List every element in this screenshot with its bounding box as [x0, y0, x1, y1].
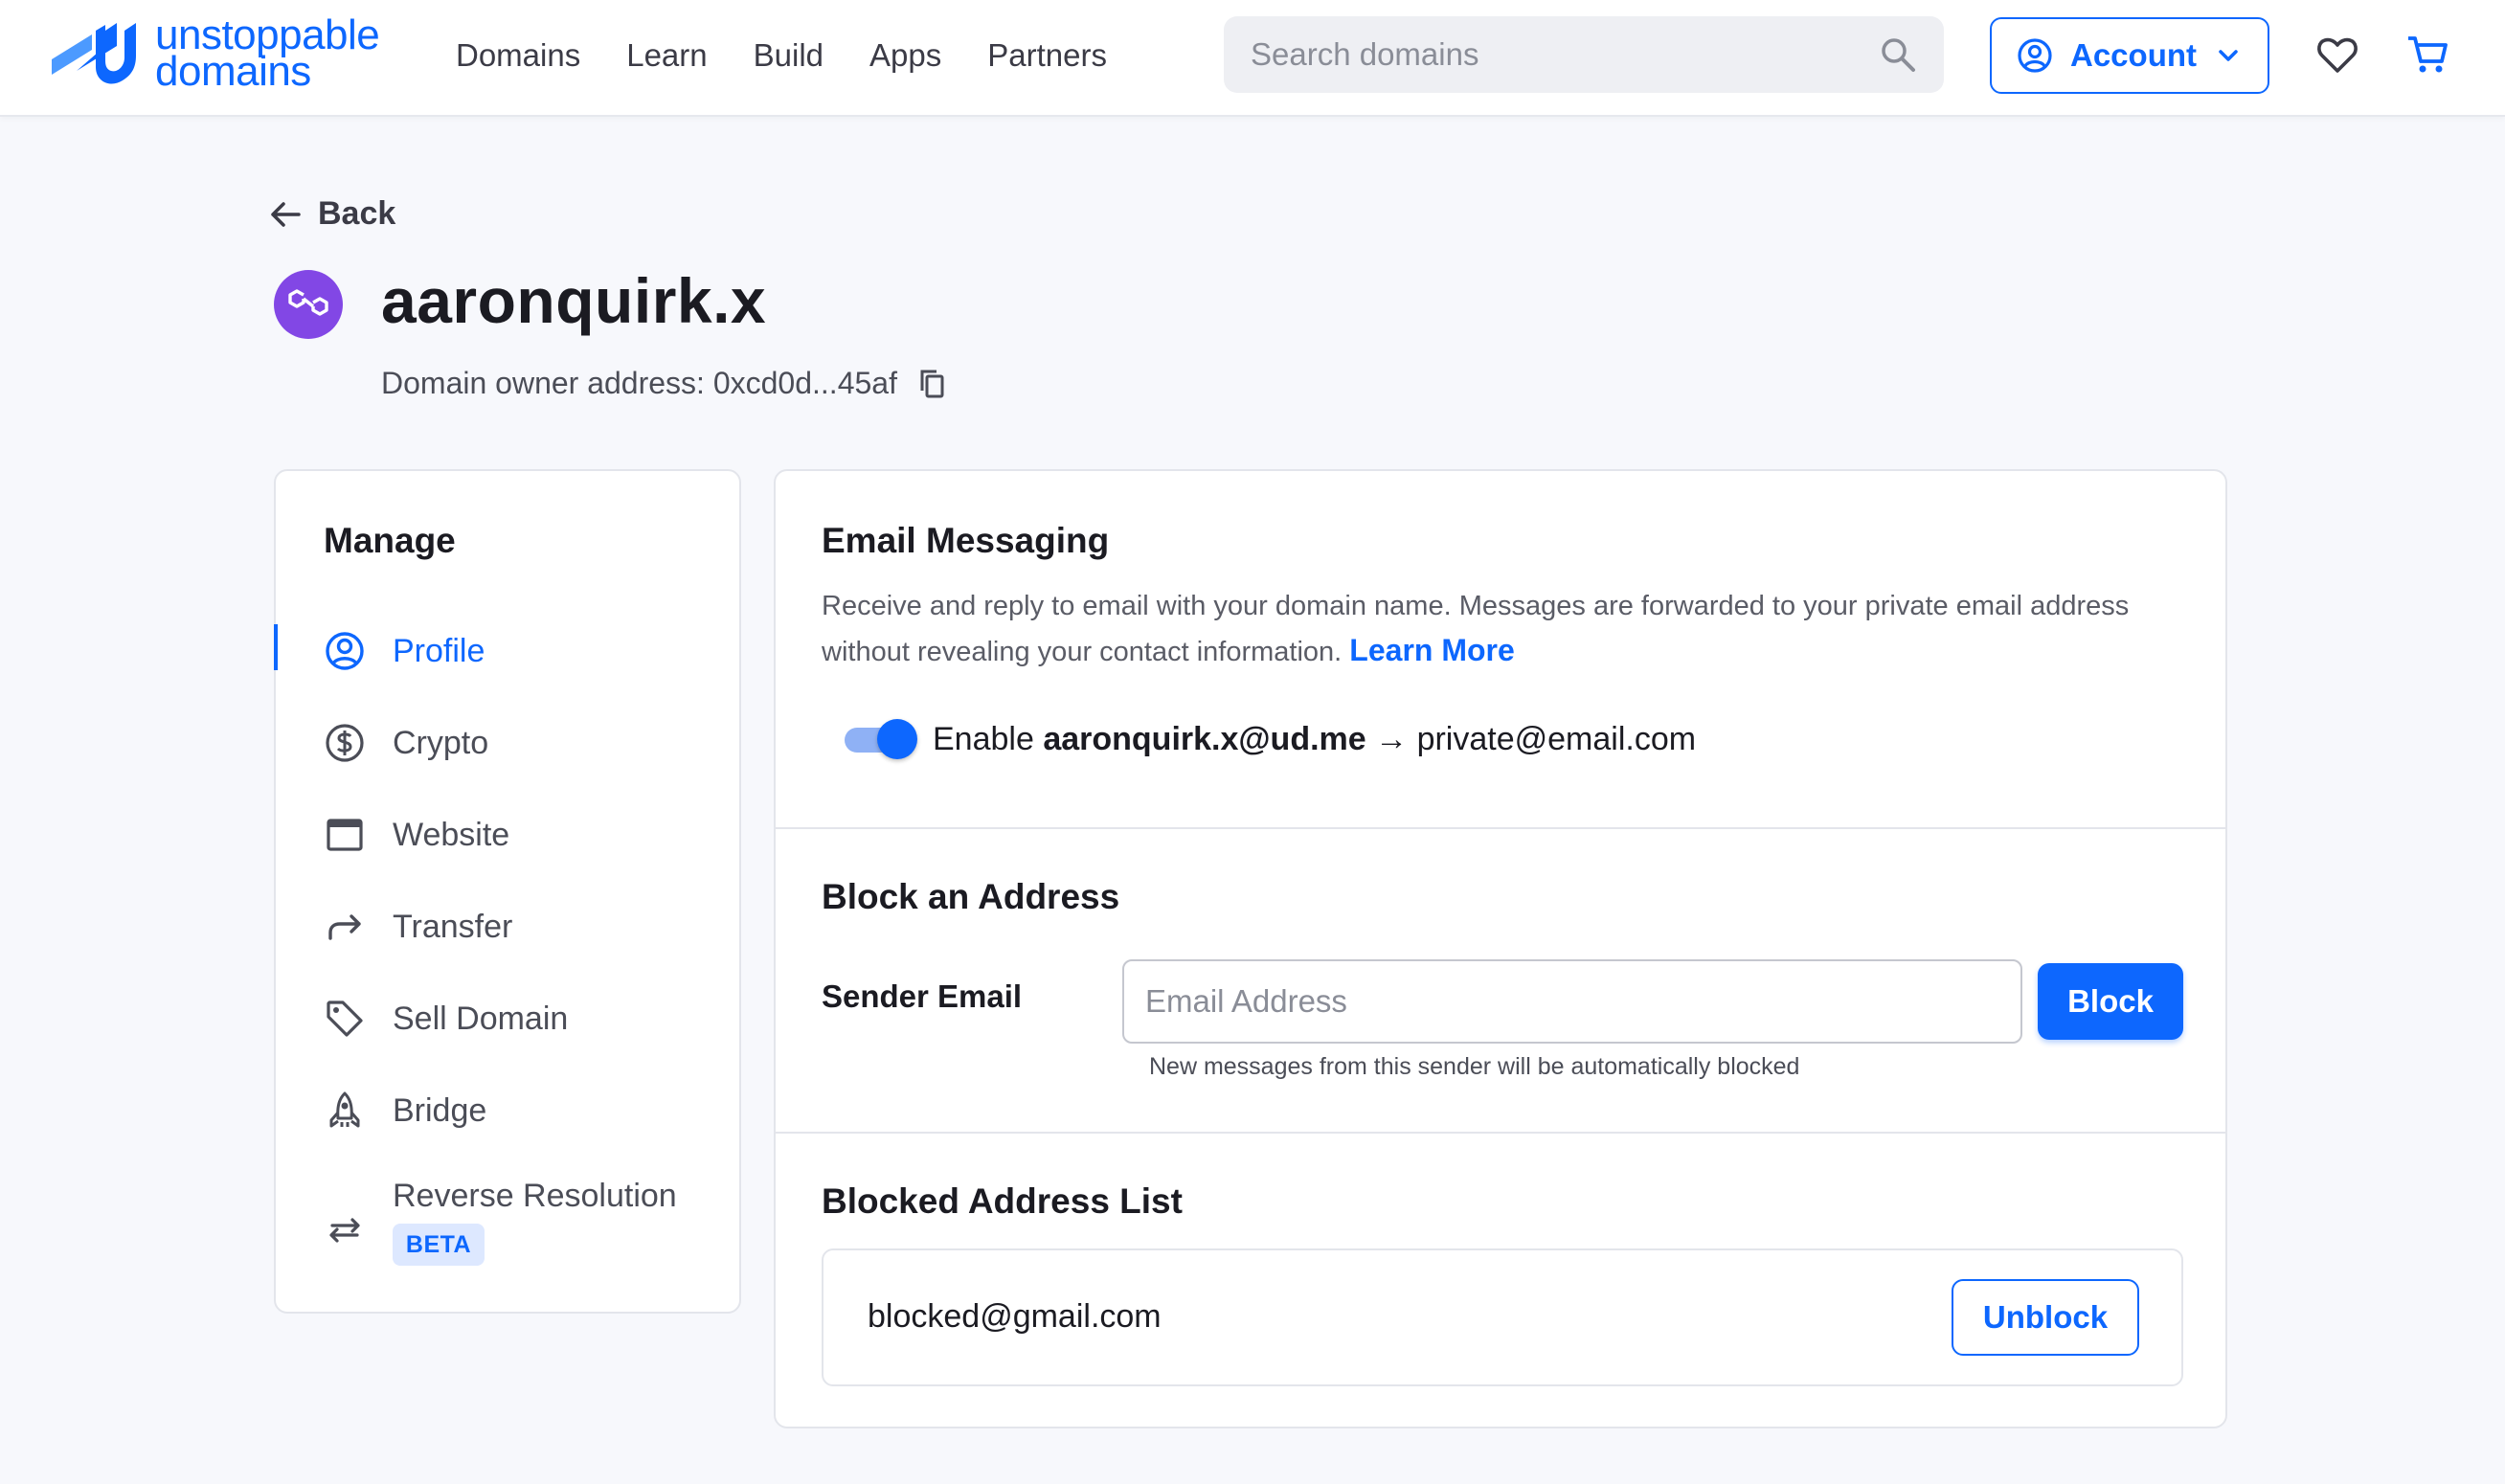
sidebar-item-website[interactable]: Website — [276, 808, 739, 862]
brand-logo[interactable]: unstoppable domains — [48, 14, 380, 96]
sidebar-item-bridge[interactable]: Bridge — [276, 1084, 739, 1137]
search-icon[interactable] — [1879, 35, 1917, 74]
arrow-left-icon — [271, 201, 301, 227]
cart-icon[interactable] — [2405, 33, 2449, 77]
top-header: unstoppable domains Domains Learn Build … — [0, 0, 2505, 117]
sidebar-item-label: Bridge — [393, 1091, 487, 1129]
polygon-chain-icon — [274, 270, 343, 339]
sidebar-item-transfer[interactable]: Transfer — [276, 900, 739, 954]
sidebar-item-label: Transfer — [393, 908, 513, 945]
sidebar-item-label: Website — [393, 816, 510, 853]
back-label: Back — [318, 195, 396, 232]
list-item: blocked@gmail.com Unblock — [822, 1248, 2183, 1386]
chevron-down-icon — [2219, 50, 2238, 61]
block-address-title: Block an Address — [822, 877, 1120, 916]
tag-icon — [327, 1001, 363, 1037]
email-messaging-description: Receive and reply to email with your dom… — [822, 584, 2191, 674]
sidebar-item-label: Crypto — [393, 724, 489, 761]
brand-line2: domains — [155, 48, 311, 95]
search-input[interactable] — [1251, 36, 1879, 73]
email-address-input[interactable] — [1122, 959, 2022, 1044]
block-helper-text: New messages from this sender will be au… — [1149, 1053, 1800, 1080]
brand-name: unstoppable domains — [155, 14, 380, 95]
forward-arrow: → — [1375, 721, 1409, 757]
sidebar-item-label: Profile — [393, 632, 485, 669]
swap-arrows-icon — [329, 1218, 360, 1243]
owner-address-text: Domain owner address: 0xcd0d...45af — [381, 366, 897, 400]
nav-partners[interactable]: Partners — [987, 33, 1107, 79]
dollar-circle-icon — [326, 724, 364, 762]
user-circle-icon — [326, 632, 364, 670]
unblock-button[interactable]: Unblock — [1952, 1279, 2139, 1356]
blocked-list-title: Blocked Address List — [822, 1181, 1183, 1221]
section-divider — [776, 1132, 2225, 1134]
email-settings-card: Email Messaging Receive and reply to ema… — [774, 469, 2227, 1428]
search-bar — [1224, 16, 1944, 93]
nav-learn[interactable]: Learn — [626, 33, 707, 79]
sidebar-item-profile[interactable]: Profile — [276, 624, 739, 678]
copy-icon[interactable] — [918, 368, 947, 400]
rocket-icon — [329, 1091, 360, 1128]
enable-email-toggle[interactable] — [845, 718, 917, 760]
enable-prefix: Enable — [933, 721, 1034, 757]
sidebar-item-reverse-resolution[interactable]: Reverse Resolution — [276, 1178, 739, 1273]
block-button[interactable]: Block — [2038, 963, 2183, 1040]
account-button[interactable]: Account — [1990, 17, 2269, 94]
page-title: aaronquirk.x — [381, 265, 767, 336]
blocked-email: blocked@gmail.com — [868, 1298, 1162, 1335]
enable-email-label: Enable aaronquirk.x@ud.me → private@emai… — [933, 718, 1696, 760]
nav-domains[interactable]: Domains — [456, 33, 580, 79]
share-arrow-icon — [328, 914, 361, 940]
sidebar-item-sell-domain[interactable]: Sell Domain — [276, 992, 739, 1046]
sidebar-item-label: Sell Domain — [393, 1000, 569, 1037]
sidebar-item-label: Reverse Resolution — [393, 1178, 677, 1214]
nav-apps[interactable]: Apps — [869, 33, 941, 79]
user-circle-icon — [2018, 38, 2052, 73]
sender-email-label: Sender Email — [822, 978, 1023, 1014]
beta-badge: BETA — [393, 1224, 485, 1266]
sidebar-item-crypto[interactable]: Crypto — [276, 716, 739, 770]
unstoppable-logo-icon — [52, 23, 136, 84]
account-label: Account — [2070, 37, 2197, 73]
nav-build[interactable]: Build — [754, 33, 824, 79]
email-messaging-title: Email Messaging — [822, 521, 1110, 560]
active-indicator — [274, 624, 278, 670]
heart-icon[interactable] — [2315, 33, 2359, 77]
polygon-logo-icon — [288, 289, 328, 316]
toggle-knob — [877, 719, 917, 759]
main-nav: Domains Learn Build Apps Partners — [456, 33, 1153, 79]
manage-sidebar: Manage Profile Crypto Website Transfer S… — [274, 469, 741, 1314]
sidebar-title: Manage — [324, 521, 456, 560]
domain-email: aaronquirk.x@ud.me — [1043, 721, 1366, 757]
private-email: private@email.com — [1416, 721, 1697, 757]
section-divider — [776, 827, 2225, 829]
browser-window-icon — [327, 819, 363, 851]
owner-address: Domain owner address: 0xcd0d...45af — [381, 366, 947, 401]
back-link[interactable]: Back — [270, 195, 395, 233]
learn-more-link[interactable]: Learn More — [1349, 633, 1514, 667]
